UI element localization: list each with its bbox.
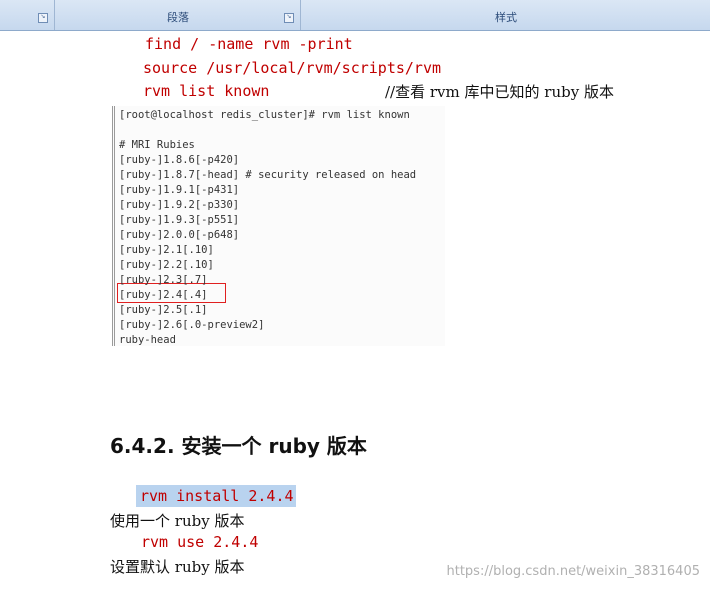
terminal-line: [ruby-]2.2[.10] bbox=[119, 259, 214, 271]
ribbon-group-caption: 段落 bbox=[167, 11, 189, 24]
terminal-line: ruby-head bbox=[119, 334, 176, 346]
terminal-line: [ruby-]1.8.6[-p420] bbox=[119, 154, 240, 166]
terminal-line: # MRI Rubies bbox=[119, 139, 195, 151]
ribbon-group-caption: 样式 bbox=[495, 11, 517, 24]
ribbon-toolbar: ↘ 段落 ↘ 样式 bbox=[0, 0, 710, 31]
terminal-line: [ruby-]1.8.7[-head] # security released … bbox=[119, 169, 417, 181]
dialog-launcher-icon[interactable]: ↘ bbox=[284, 13, 294, 23]
watermark: https://blog.csdn.net/weixin_38316405 bbox=[446, 564, 700, 579]
terminal-screenshot: [root@localhost redis_cluster]# rvm list… bbox=[112, 106, 445, 346]
paragraph-default-ruby: 设置默认 ruby 版本 bbox=[110, 558, 245, 576]
ribbon-group-paragraph: 段落 ↘ bbox=[56, 0, 301, 30]
terminal-line: [ruby-]2.6[.0-preview2] bbox=[119, 319, 265, 331]
code-use-command: rvm use 2.4.4 bbox=[141, 533, 259, 551]
paragraph-use-ruby: 使用一个 ruby 版本 bbox=[110, 512, 245, 530]
ribbon-group-styles: 样式 bbox=[302, 0, 710, 30]
terminal-line: [ruby-]2.0.0[-p648] bbox=[119, 229, 240, 241]
terminal-line: [ruby-]2.1[.10] bbox=[119, 244, 214, 256]
dialog-launcher-icon[interactable]: ↘ bbox=[38, 13, 48, 23]
terminal-line: [root@localhost redis_cluster]# rvm list… bbox=[119, 109, 410, 121]
terminal-line: [ruby-]2.5[.1] bbox=[119, 304, 208, 316]
section-heading: 6.4.2. 安装一个 ruby 版本 bbox=[110, 434, 367, 458]
terminal-line: [ruby-]1.9.1[-p431] bbox=[119, 184, 240, 196]
code-find-command: find / -name rvm -print bbox=[145, 35, 353, 53]
code-install-command: rvm install 2.4.4 bbox=[140, 487, 294, 505]
code-list-known-command: rvm list known bbox=[143, 82, 270, 100]
terminal-line: [ruby-]1.9.3[-p551] bbox=[119, 214, 240, 226]
ribbon-group-font: ↘ bbox=[0, 0, 55, 30]
terminal-line: [ruby-]1.9.2[-p330] bbox=[119, 199, 240, 211]
code-source-command: source /usr/local/rvm/scripts/rvm bbox=[143, 59, 442, 77]
code-comment: //查看 rvm 库中已知的 ruby 版本 bbox=[385, 83, 614, 101]
terminal-line: [ruby-]2.4[.4] bbox=[119, 289, 208, 301]
terminal-line: [ruby-]2.3[.7] bbox=[119, 274, 208, 286]
